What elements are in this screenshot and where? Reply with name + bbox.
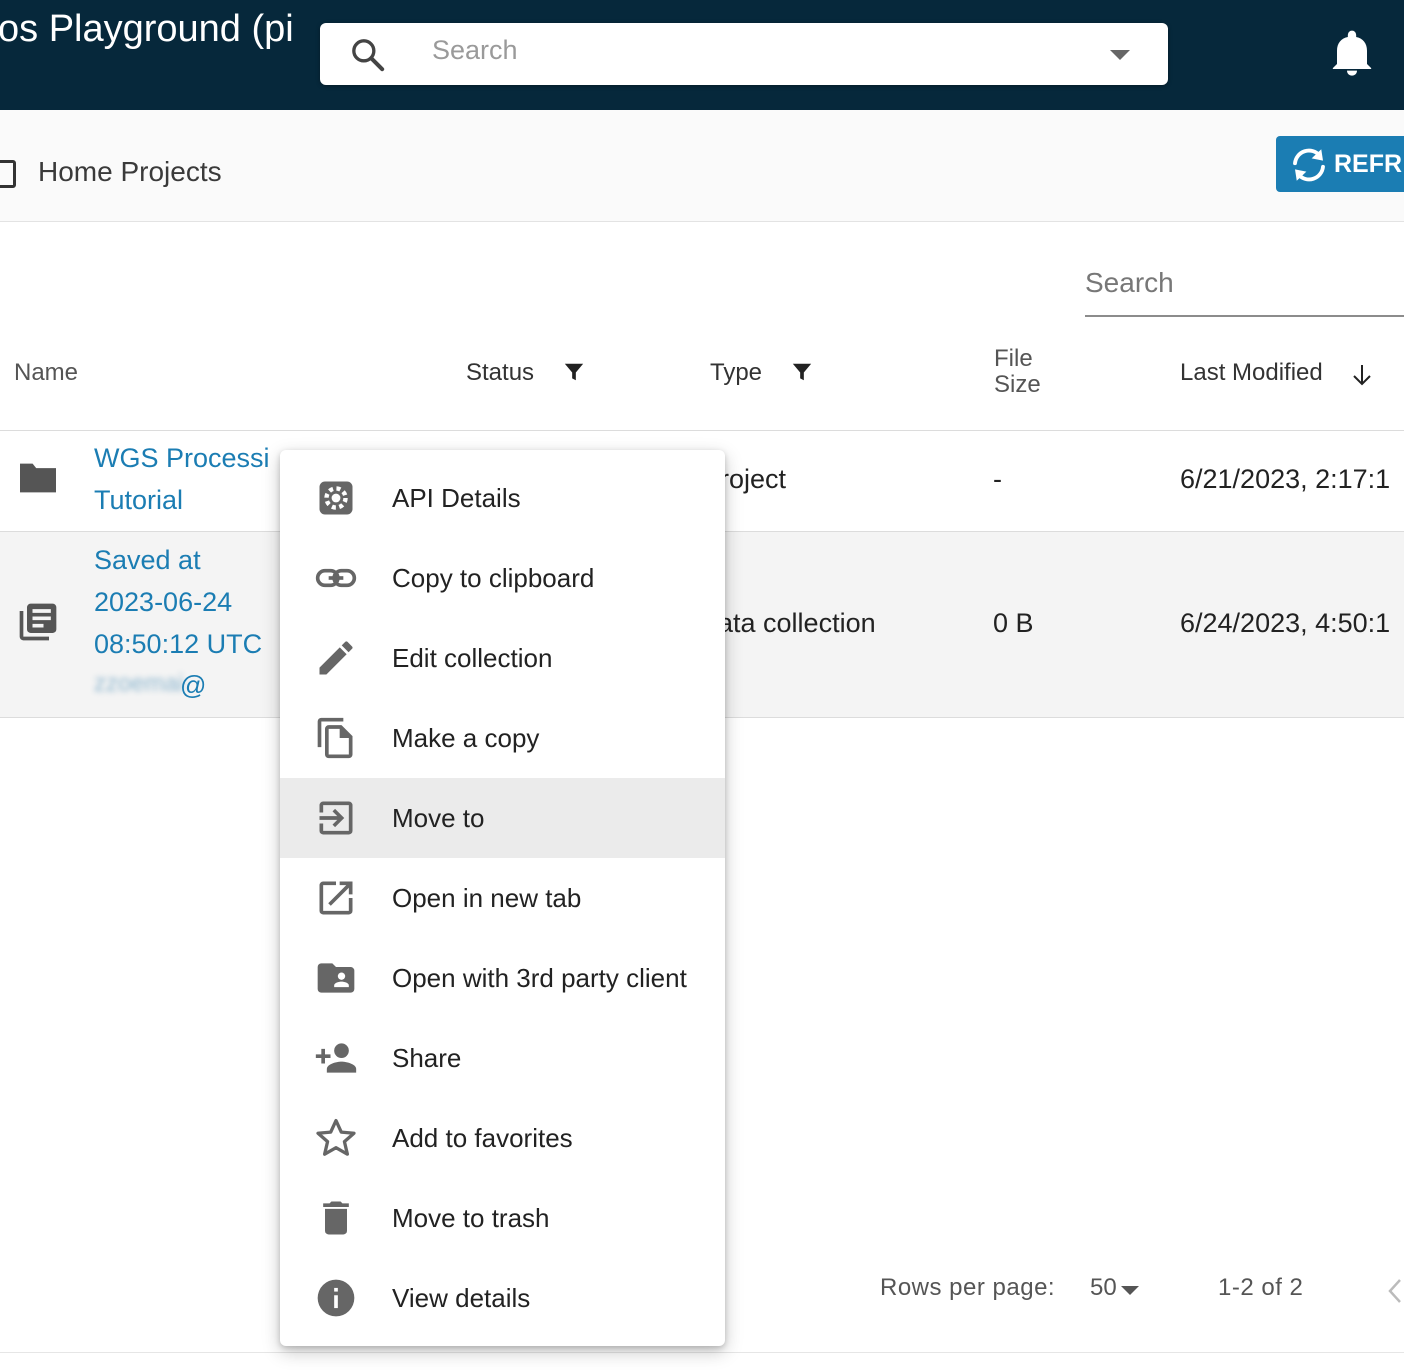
menu-item-label: Add to favorites <box>392 1123 573 1153</box>
column-header-name[interactable]: Name <box>14 359 78 387</box>
menu-item-edit-collection[interactable]: Edit collection <box>280 618 725 698</box>
row-name-line[interactable]: 2023-06-24 <box>94 581 232 623</box>
trash-icon <box>323 1201 349 1235</box>
row-last-modified: 6/24/2023, 4:50:1 <box>1180 608 1391 638</box>
file-size-header-label: File Size <box>994 345 1041 398</box>
menu-item-make-a-copy[interactable]: Make a copy <box>280 698 725 778</box>
refresh-label: REFR <box>1334 150 1403 178</box>
menu-item-label: Move to trash <box>392 1203 550 1233</box>
projects-icon <box>0 160 16 188</box>
search-dropdown-arrow-icon[interactable] <box>1110 50 1130 60</box>
menu-item-label: Share <box>392 1043 462 1073</box>
row-type: roject <box>720 464 787 494</box>
footer-divider <box>0 1352 1404 1353</box>
search-icon <box>352 39 385 72</box>
row-name-line[interactable]: Tutorial <box>94 479 183 521</box>
menu-item-label: Move to <box>392 803 485 833</box>
column-header-status[interactable]: Status <box>466 359 534 387</box>
row-name-line[interactable]: Saved at <box>94 539 201 581</box>
header-divider <box>0 430 1404 431</box>
rows-per-page-dropdown-icon[interactable] <box>1121 1286 1139 1295</box>
column-header-type[interactable]: Type <box>710 359 762 387</box>
app-title: os Playground (pi <box>0 8 294 50</box>
menu-item-open-with-3rd-party-client[interactable]: Open with 3rd party client <box>280 938 725 1018</box>
context-menu: API Details Copy to clipboard Edit colle… <box>280 450 725 1346</box>
global-search-input[interactable]: Search <box>320 23 1168 85</box>
shared-folder-icon <box>317 963 355 993</box>
row-name-line[interactable]: 08:50:12 UTC <box>94 623 262 665</box>
menu-item-label: View details <box>392 1283 531 1313</box>
link-icon <box>315 568 357 588</box>
menu-item-label: Open with 3rd party client <box>392 963 687 993</box>
bell-icon[interactable] <box>1332 30 1372 78</box>
menu-item-api-details[interactable]: API Details <box>280 458 725 538</box>
menu-item-label: Make a copy <box>392 723 540 753</box>
menu-item-copy-to-clipboard[interactable]: Copy to clipboard <box>280 538 725 618</box>
breadcrumb-bar: Home Projects REFR <box>0 110 1404 222</box>
search-placeholder: Search <box>432 35 518 65</box>
star-icon <box>316 1118 356 1156</box>
refresh-icon <box>1293 148 1325 182</box>
table-search-placeholder: Search <box>1085 267 1174 298</box>
breadcrumb-home-projects[interactable]: Home Projects <box>38 156 222 188</box>
rows-per-page-label: Rows per page: <box>880 1274 1056 1301</box>
table-search-input[interactable]: Search <box>1085 265 1404 317</box>
menu-item-label: Copy to clipboard <box>392 563 595 593</box>
collection-icon <box>19 603 57 641</box>
previous-page-icon[interactable] <box>1384 1276 1404 1306</box>
copy-icon <box>317 717 353 759</box>
gear-icon <box>319 481 353 515</box>
folder-icon <box>20 463 56 493</box>
row-file-size: 0 B <box>993 608 1034 638</box>
add-person-icon <box>315 1043 357 1073</box>
type-filter-icon[interactable] <box>791 361 813 383</box>
open-new-tab-icon <box>319 881 353 915</box>
pencil-icon <box>319 641 353 675</box>
app-bar: os Playground (pi Search <box>0 0 1404 110</box>
menu-item-move-to-trash[interactable]: Move to trash <box>280 1178 725 1258</box>
info-icon <box>317 1279 355 1317</box>
row-last-modified: 6/21/2023, 2:17:1 <box>1180 464 1391 494</box>
menu-item-share[interactable]: Share <box>280 1018 725 1098</box>
row-type: ata collection <box>718 608 876 638</box>
menu-item-open-in-new-tab[interactable]: Open in new tab <box>280 858 725 938</box>
menu-item-label: API Details <box>392 483 521 513</box>
sort-descending-icon[interactable] <box>1350 362 1374 388</box>
move-icon <box>319 801 353 835</box>
status-filter-icon[interactable] <box>563 361 585 383</box>
rows-per-page-select[interactable]: 50 <box>1090 1274 1117 1302</box>
row-name-line[interactable]: WGS Processi <box>94 437 270 479</box>
menu-item-move-to[interactable]: Move to <box>280 778 725 858</box>
refresh-button[interactable]: REFR <box>1276 136 1404 192</box>
menu-item-label: Open in new tab <box>392 883 582 913</box>
menu-item-view-details[interactable]: View details <box>280 1258 725 1338</box>
column-header-file-size[interactable]: File Size <box>994 346 1041 398</box>
pagination-range: 1-2 of 2 <box>1218 1274 1304 1301</box>
row-name-at: @ <box>180 670 207 700</box>
blurred-username: zzoemai <box>94 670 184 697</box>
column-header-last-modified[interactable]: Last Modified <box>1180 359 1323 387</box>
menu-item-add-to-favorites[interactable]: Add to favorites <box>280 1098 725 1178</box>
row-file-size: - <box>993 464 1002 494</box>
menu-item-label: Edit collection <box>392 643 553 673</box>
